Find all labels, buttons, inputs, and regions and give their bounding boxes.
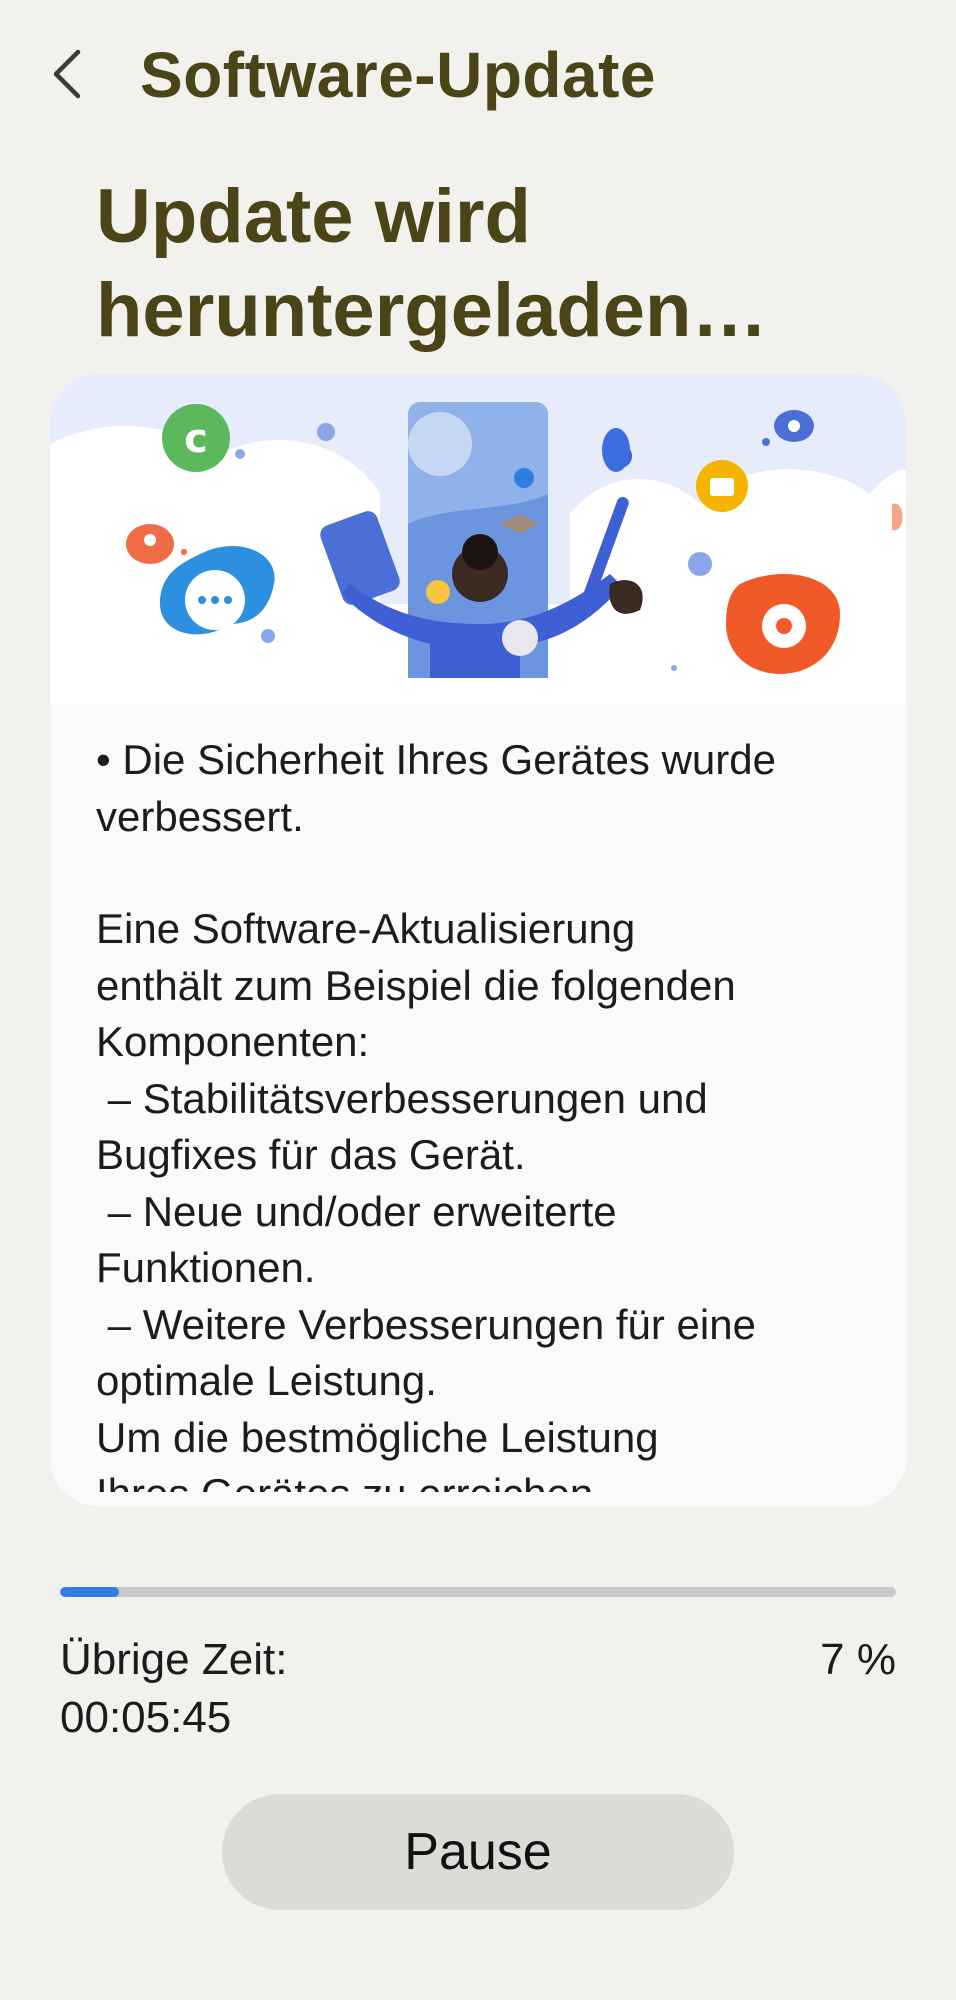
download-status-title: Update wird heruntergeladen…: [96, 170, 916, 358]
download-progress-bar: [60, 1587, 896, 1597]
svg-text:c: c: [184, 416, 208, 462]
back-button[interactable]: [38, 44, 98, 104]
status-title-line-2: heruntergeladen…: [96, 268, 768, 353]
status-title-line-1: Update wird: [96, 174, 531, 259]
release-notes: • Die Sicherheit Ihres Gerätes wurde ver…: [96, 732, 876, 1492]
remaining-time-label: Übrige Zeit:: [60, 1635, 288, 1684]
page-title: Software-Update: [140, 39, 656, 111]
update-illustration: c: [50, 374, 906, 704]
pause-button[interactable]: Pause: [222, 1794, 734, 1910]
release-notes-components: Eine Software-Aktualisierung enthält zum…: [96, 905, 756, 1492]
remaining-time-value: 00:05:45: [60, 1693, 232, 1742]
progress-percent: 7 %: [820, 1635, 896, 1684]
update-info-card: c • Die Sicherheit Ihres Gerätes wurde v…: [50, 374, 906, 1506]
chevron-left-icon: [53, 49, 81, 99]
software-update-screen: Software-Update Update wird heruntergela…: [0, 0, 956, 2000]
release-notes-security: • Die Sicherheit Ihres Gerätes wurde ver…: [96, 736, 776, 840]
download-progress-fill: [60, 1587, 119, 1597]
app-bar: Software-Update: [0, 20, 956, 130]
